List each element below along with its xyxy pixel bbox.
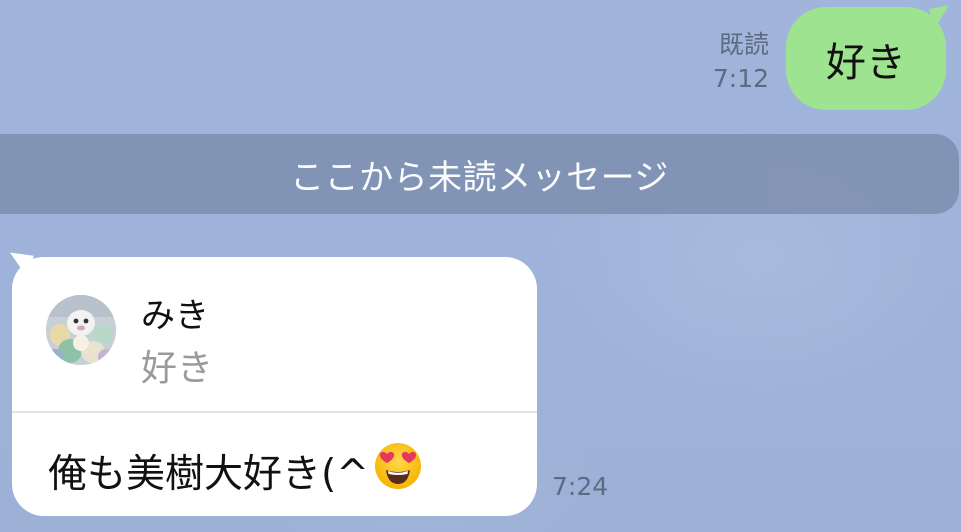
outgoing-message-text: 好き	[826, 39, 906, 86]
heart-eyes-emoji-icon	[373, 441, 423, 501]
read-receipt: 既読	[718, 30, 769, 59]
incoming-message-bubble[interactable]: みき 好き 俺も美樹大好き(^	[12, 257, 537, 516]
reply-quote[interactable]: みき 好き	[12, 257, 537, 413]
outgoing-message-time: 7:12	[712, 64, 769, 93]
incoming-message-text-row: 俺も美樹大好き(^	[48, 441, 423, 501]
reply-quote-text: 好き	[141, 348, 214, 389]
incoming-message-text: 俺も美樹大好き(^	[48, 452, 369, 497]
incoming-message-time: 7:24	[552, 472, 609, 501]
reply-quote-sender: みき	[141, 296, 209, 336]
outgoing-message-meta: 既読 7:12	[713, 28, 769, 96]
photo-avatar-icon	[46, 295, 116, 365]
outgoing-message-bubble[interactable]: 好き	[786, 7, 946, 110]
unread-messages-divider: ここから未読メッセージ	[0, 134, 959, 214]
unread-divider-label: ここから未読メッセージ	[290, 157, 669, 198]
